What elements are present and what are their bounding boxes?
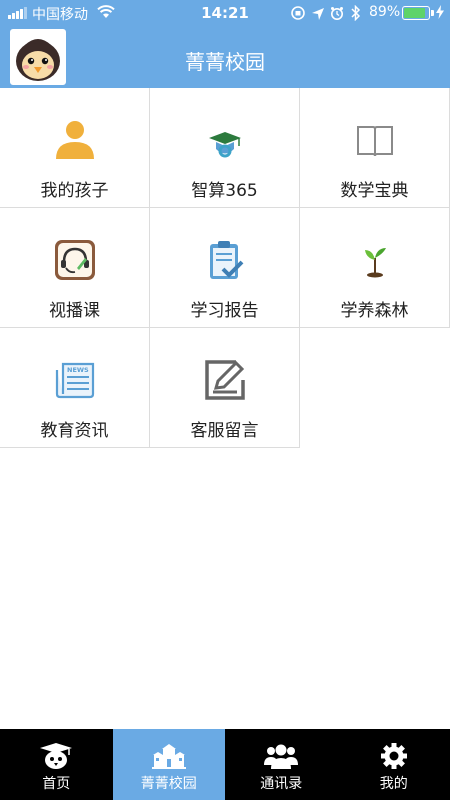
charging-icon bbox=[436, 5, 444, 19]
location-icon bbox=[312, 8, 324, 20]
grid-item-zhisuan365[interactable]: 智算365 bbox=[150, 88, 300, 208]
grid-item-label: 学养森林 bbox=[340, 301, 409, 321]
tab-label: 通讯录 bbox=[260, 776, 303, 792]
grid-item-label: 客服留言 bbox=[190, 421, 259, 441]
grid-item-label: 智算365 bbox=[191, 181, 258, 201]
status-bar: 中国移动 14:21 89% bbox=[0, 0, 450, 26]
bluetooth-icon bbox=[351, 5, 361, 21]
grid-item-label: 视播课 bbox=[49, 301, 100, 321]
tab-contacts[interactable]: 通讯录 bbox=[225, 729, 338, 800]
page-title: 菁菁校园 bbox=[185, 50, 265, 74]
clipboard-check-icon bbox=[209, 241, 243, 279]
tab-jingjing-campus[interactable]: 菁菁校园 bbox=[112, 729, 225, 800]
grid-item-label: 数学宝典 bbox=[340, 181, 409, 201]
grid-item-education-news[interactable]: NEWS 教育资讯 bbox=[0, 328, 150, 448]
grid-item-study-report[interactable]: 学习报告 bbox=[150, 208, 300, 328]
nav-bar: 菁菁校园 bbox=[0, 26, 450, 88]
home-mascot-icon bbox=[40, 743, 73, 769]
battery-fill bbox=[404, 8, 426, 18]
tab-mine[interactable]: 我的 bbox=[338, 729, 450, 800]
rotation-lock-icon bbox=[291, 6, 305, 20]
headset-course-icon bbox=[54, 240, 95, 280]
contacts-icon bbox=[264, 744, 299, 769]
edit-note-icon bbox=[204, 360, 245, 400]
grid-item-label: 教育资讯 bbox=[40, 421, 109, 441]
tab-label: 我的 bbox=[379, 776, 408, 792]
tab-label: 菁菁校园 bbox=[140, 776, 197, 792]
school-icon bbox=[151, 744, 186, 769]
alarm-icon bbox=[330, 7, 343, 20]
sprout-icon bbox=[364, 248, 386, 278]
gear-icon bbox=[380, 743, 407, 769]
tab-bar: 首页 菁菁校园 通讯录 我的 bbox=[0, 729, 450, 800]
top-bar: 中国移动 14:21 89% 菁菁校园 bbox=[0, 0, 450, 88]
open-book-icon bbox=[356, 126, 393, 157]
feature-grid: 我的孩子 智算365 数学宝典 视播课 学习报告 学养森林 NEWS 教育资讯 … bbox=[0, 88, 450, 448]
child-user-icon bbox=[55, 121, 94, 159]
grid-item-label: 学习报告 bbox=[190, 301, 259, 321]
status-icons bbox=[291, 5, 361, 21]
grid-item-label: 我的孩子 bbox=[40, 181, 109, 201]
svg-text:NEWS: NEWS bbox=[67, 366, 89, 374]
battery-percent: 89% bbox=[369, 4, 401, 20]
grid-item-customer-service[interactable]: 客服留言 bbox=[150, 328, 300, 448]
graduation-cap-icon bbox=[208, 132, 241, 158]
tab-home[interactable]: 首页 bbox=[0, 729, 113, 800]
tab-label: 首页 bbox=[42, 776, 71, 792]
grid-item-math-handbook[interactable]: 数学宝典 bbox=[300, 88, 450, 208]
grid-item-learning-forest[interactable]: 学养森林 bbox=[300, 208, 450, 328]
grid-item-my-child[interactable]: 我的孩子 bbox=[0, 88, 150, 208]
newspaper-icon: NEWS bbox=[55, 362, 94, 399]
grid-item-video-course[interactable]: 视播课 bbox=[0, 208, 150, 328]
battery-icon bbox=[402, 6, 434, 20]
